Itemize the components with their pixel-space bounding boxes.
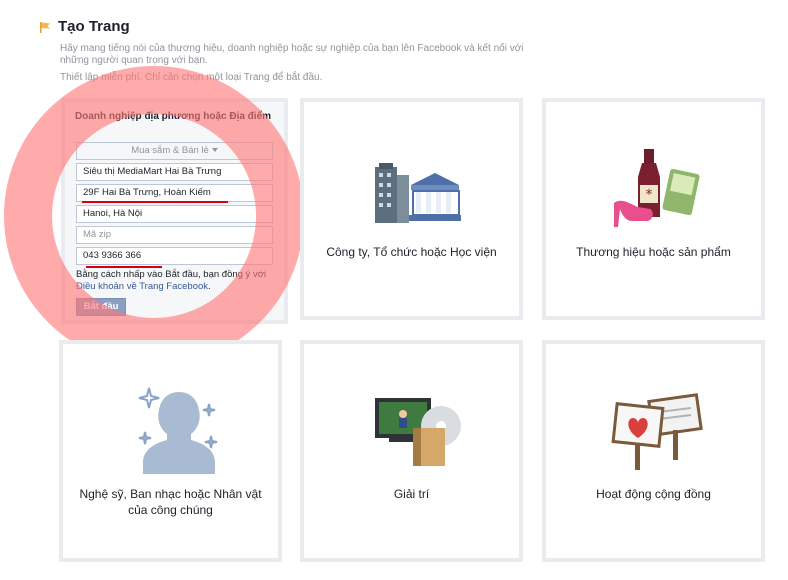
phone-field[interactable]: 043 9366 366 (76, 247, 273, 265)
community-tile[interactable]: Hoạt động cộng đồng (542, 340, 765, 562)
company-building-icon (375, 163, 461, 223)
city-field[interactable]: Hanoi, Hà Nội (76, 205, 273, 223)
category-select[interactable]: Mua sắm & Bán lẻ (76, 142, 273, 160)
community-label: Hoạt động cộng đồng (596, 487, 711, 501)
company-tile[interactable]: Công ty, Tổ chức hoặc Học viện (300, 98, 523, 320)
terms-link[interactable]: Điều khoản về Trang Facebook (76, 281, 208, 292)
zip-field[interactable]: Mã zip (76, 226, 273, 244)
brand-tile[interactable]: * Thương hiệu hoặc sản phẩm (542, 98, 765, 320)
description-text: Hãy mang tiếng nói của thương hiệu, doan… (60, 43, 524, 66)
community-signs-icon (611, 393, 703, 470)
description-subtext: Thiết lập miễn phí. Chỉ cần chọn một loạ… (60, 72, 323, 83)
terms-text: Bằng cách nhấp vào Bắt đầu, bạn đồng ý v… (76, 269, 276, 293)
local-business-tile: Doanh nghiệp địa phương hoặc Địa điểm Mu… (61, 98, 288, 324)
chevron-down-icon (211, 148, 218, 153)
artist-tile[interactable]: Nghệ sỹ, Ban nhạc hoặc Nhân vật của công… (59, 340, 282, 562)
artist-silhouette-icon (138, 387, 218, 474)
address-field[interactable]: 29F Hai Bà Trưng, Hoàn Kiếm (76, 184, 273, 202)
entertainment-label: Giải trí (393, 487, 430, 501)
entertainment-icon (375, 398, 461, 466)
category-select-value: Mua sắm & Bán lẻ (131, 145, 209, 156)
brand-label: Thương hiệu hoặc sản phẩm (576, 245, 731, 259)
page-title: Tạo Trang (58, 18, 130, 35)
page-header: Tạo Trang (38, 18, 130, 35)
brand-product-icon: * (614, 149, 700, 227)
start-button[interactable]: Bắt đầu (76, 298, 126, 316)
terms-suffix: . (208, 281, 211, 292)
address-highlight-underline (82, 201, 228, 203)
entertainment-tile[interactable]: Giải trí (300, 340, 523, 562)
page-description: Hãy mang tiếng nói của thương hiệu, doan… (60, 43, 530, 84)
phone-highlight-underline (86, 266, 162, 268)
company-label: Công ty, Tổ chức hoặc Học viện (326, 245, 497, 259)
business-name-field[interactable]: Siêu thị MediaMart Hai Bà Trưng (76, 163, 273, 181)
artist-label: Nghệ sỹ, Ban nhạc hoặc Nhân vật của công… (79, 487, 262, 517)
terms-prefix: Bằng cách nhấp vào Bắt đầu, bạn đồng ý v… (76, 269, 267, 280)
svg-text:*: * (646, 187, 653, 203)
flag-icon (40, 21, 50, 33)
form-heading: Doanh nghiệp địa phương hoặc Địa điểm (75, 111, 272, 122)
